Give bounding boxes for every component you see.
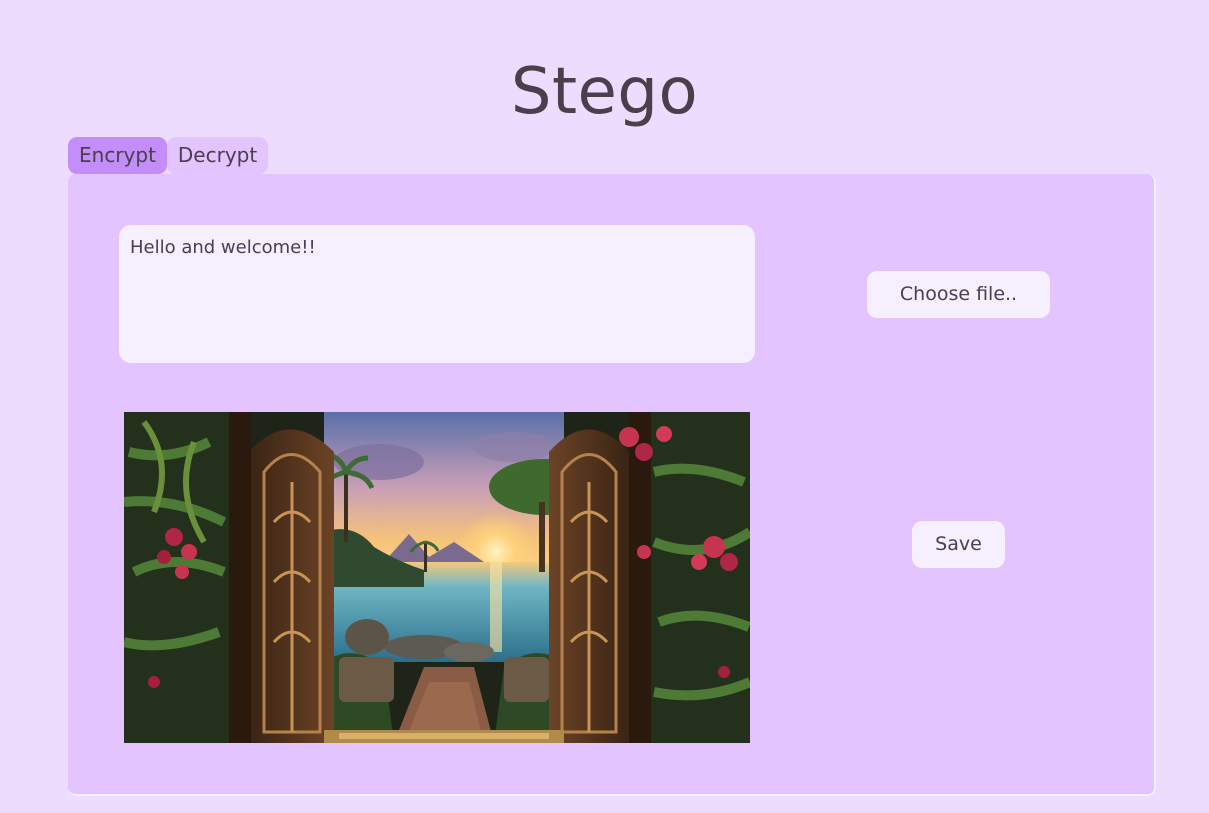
cover-image-preview xyxy=(122,412,753,743)
tab-encrypt[interactable]: Encrypt xyxy=(68,137,167,174)
tab-bar: Encrypt Decrypt xyxy=(68,137,269,174)
app-title: Stego xyxy=(510,55,699,129)
message-input[interactable]: Hello and welcome!! xyxy=(119,225,755,363)
cover-image xyxy=(122,412,753,743)
tab-decrypt[interactable]: Decrypt xyxy=(166,137,269,174)
save-button[interactable]: Save xyxy=(912,521,1005,568)
choose-file-button[interactable]: Choose file.. xyxy=(867,271,1050,318)
